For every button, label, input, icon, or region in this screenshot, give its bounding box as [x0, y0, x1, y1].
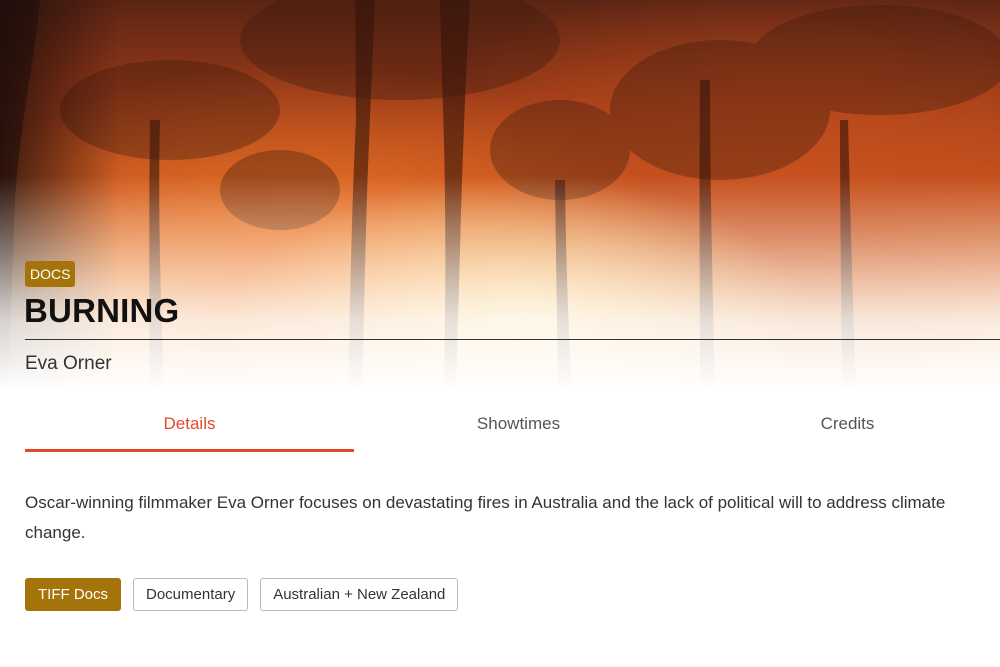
- tag-australian-new-zealand[interactable]: Australian + New Zealand: [260, 578, 459, 611]
- tag-list: TIFF Docs Documentary Australian + New Z…: [25, 578, 459, 611]
- film-title: BURNING: [24, 292, 180, 329]
- title-divider: [25, 339, 1000, 340]
- tab-credits[interactable]: Credits: [683, 410, 1000, 452]
- film-description: Oscar-winning filmmaker Eva Orner focuse…: [25, 493, 946, 542]
- tab-showtimes[interactable]: Showtimes: [354, 410, 683, 452]
- director-name: Eva Orner: [25, 353, 112, 374]
- tag-tiff-docs[interactable]: TIFF Docs: [25, 578, 121, 611]
- tab-bar: Details Showtimes Credits: [25, 410, 1000, 452]
- tab-details[interactable]: Details: [25, 410, 354, 452]
- tag-documentary[interactable]: Documentary: [133, 578, 249, 611]
- hero-image: [0, 0, 1000, 390]
- category-badge: DOCS: [25, 261, 76, 287]
